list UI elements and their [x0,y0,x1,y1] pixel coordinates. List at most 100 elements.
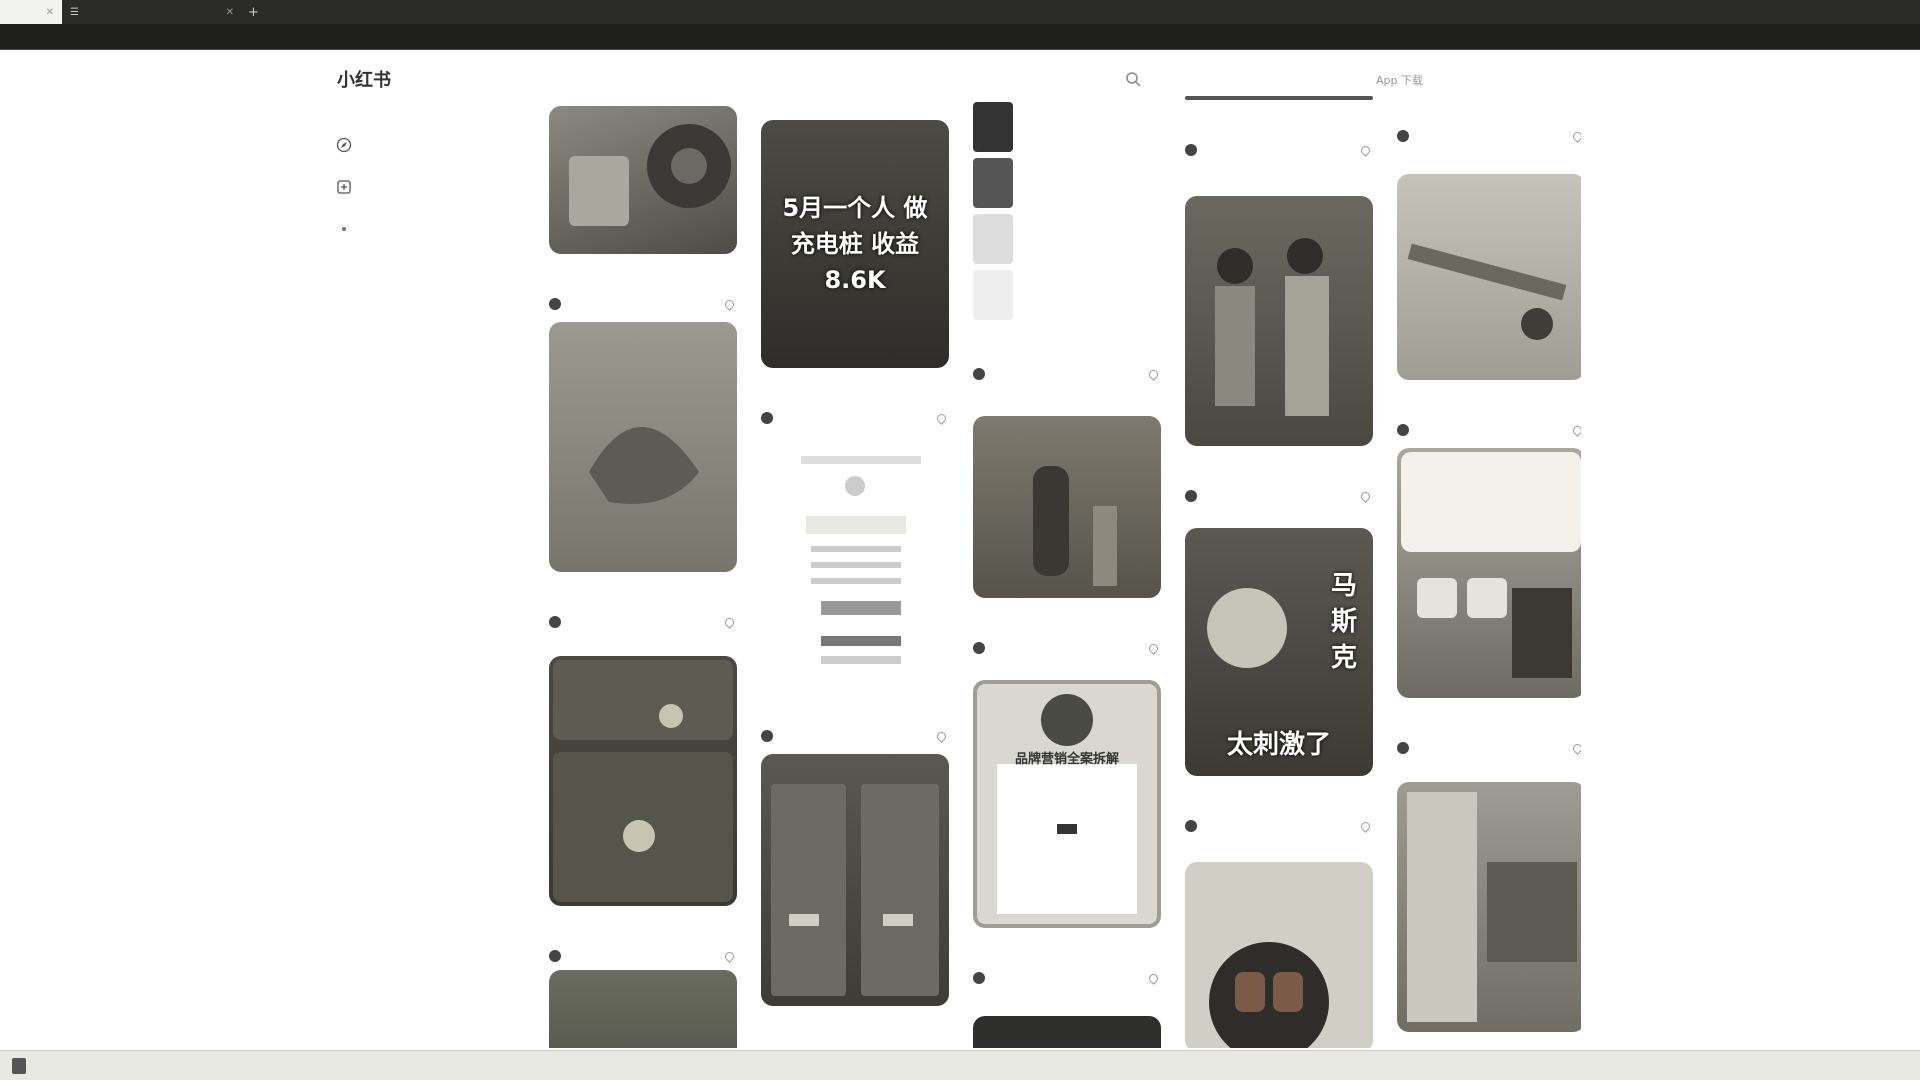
note-card[interactable] [1397,782,1581,1032]
avatar[interactable] [1397,130,1409,142]
avatar[interactable] [1185,490,1197,502]
avatar[interactable] [549,298,561,310]
note-cover[interactable]: 5月一个人 做充电桩 收益8.6K [761,120,949,368]
note-caption[interactable] [973,608,1161,638]
sidebar-item-publish[interactable] [336,166,516,208]
note-cover[interactable] [1397,448,1581,698]
file-icon[interactable] [12,1058,26,1074]
note-cover[interactable] [973,1016,1161,1048]
note-cover-edge [1185,96,1373,100]
note-card[interactable]: 马斯克 太刺激了 [1185,528,1373,833]
tab-xiaohongshu[interactable]: ☰ ✕ [62,0,242,24]
note-cover[interactable]: 马斯克 太刺激了 [1185,528,1373,776]
note-card[interactable] [549,322,737,629]
note-caption[interactable] [1185,110,1373,140]
note-card[interactable] [973,1016,1161,1048]
like-button[interactable] [1359,819,1373,833]
note-cover[interactable] [1185,196,1373,446]
note-cover[interactable] [549,106,737,254]
note-card[interactable] [1397,174,1581,437]
tab-active[interactable]: ✕ [0,0,62,24]
note-cover[interactable] [973,96,1161,328]
avatar[interactable] [1397,742,1409,754]
like-button[interactable] [1147,971,1161,985]
note-caption[interactable] [973,938,1161,968]
like-button[interactable] [935,411,949,425]
like-button[interactable] [1359,143,1373,157]
note-cover[interactable] [1397,782,1581,1032]
note-cover[interactable] [549,970,737,1048]
note-caption[interactable] [761,378,949,408]
like-button[interactable] [1571,129,1581,143]
like-button[interactable] [935,729,949,743]
note-card[interactable] [761,754,949,1046]
note-caption[interactable] [1397,390,1581,420]
search-icon[interactable] [1124,70,1142,88]
note-cover[interactable] [1185,862,1373,1048]
site-logo[interactable]: 小红书 [337,66,391,92]
cover-image [1215,238,1329,416]
like-button[interactable] [1147,367,1161,381]
close-tab-icon[interactable]: ✕ [46,7,54,18]
like-button[interactable] [1571,423,1581,437]
nav-app-download[interactable]: App 下载 [1376,72,1423,88]
browser-tab-strip: ✕ ☰ ✕ + [0,0,1920,24]
like-button[interactable] [723,949,737,963]
compass-icon [336,137,352,153]
like-button[interactable] [723,297,737,311]
note-cover[interactable]: 品牌营销全案拆解 [973,680,1161,928]
note-card[interactable] [1185,862,1373,1048]
note-caption[interactable] [1185,786,1373,816]
note-card[interactable] [549,970,737,1048]
note-card[interactable] [549,106,737,311]
note-caption[interactable] [973,334,1161,364]
avatar[interactable] [549,616,561,628]
note-caption[interactable] [761,1016,949,1046]
note-caption[interactable] [549,264,737,294]
note-card[interactable] [1185,96,1373,157]
sidebar-item-explore[interactable] [336,124,516,166]
note-caption[interactable] [1185,456,1373,486]
sidebar-item-me[interactable] [336,208,516,250]
like-button[interactable] [1359,489,1373,503]
note-caption[interactable] [1397,96,1581,126]
avatar[interactable] [973,972,985,984]
note-card[interactable]: 5月一个人 做充电桩 收益8.6K [761,120,949,425]
avatar[interactable] [1397,424,1409,436]
note-meta [761,729,949,743]
note-cover[interactable] [1397,174,1581,380]
note-caption[interactable] [761,696,949,726]
cover-image [1401,452,1581,678]
search-box[interactable] [756,63,1152,97]
avatar[interactable] [1185,820,1197,832]
avatar[interactable] [761,730,773,742]
note-cover[interactable] [549,322,737,572]
like-button[interactable] [723,615,737,629]
note-card[interactable] [973,416,1161,655]
note-card[interactable] [973,96,1161,381]
avatar[interactable] [973,642,985,654]
note-card[interactable] [549,656,737,963]
note-card[interactable]: 品牌营销全案拆解 [973,680,1161,985]
note-cover[interactable] [549,656,737,906]
close-tab-icon[interactable]: ✕ [226,7,234,18]
note-caption[interactable] [549,916,737,946]
note-card[interactable] [1397,96,1581,143]
avatar[interactable] [761,412,773,424]
note-cover[interactable] [761,754,949,1006]
avatar[interactable] [1185,144,1197,156]
note-caption[interactable] [549,582,737,612]
avatar[interactable] [973,368,985,380]
address-bar[interactable] [0,24,1920,50]
note-cover[interactable] [973,416,1161,598]
note-card[interactable] [761,436,949,743]
note-card[interactable] [1397,448,1581,755]
like-button[interactable] [1571,741,1581,755]
note-card[interactable] [1185,196,1373,503]
like-button[interactable] [1147,641,1161,655]
sidebar [336,124,516,250]
new-tab-icon[interactable]: + [242,5,265,20]
avatar[interactable] [549,950,561,962]
note-cover[interactable] [761,436,949,686]
note-caption[interactable] [1397,708,1581,738]
